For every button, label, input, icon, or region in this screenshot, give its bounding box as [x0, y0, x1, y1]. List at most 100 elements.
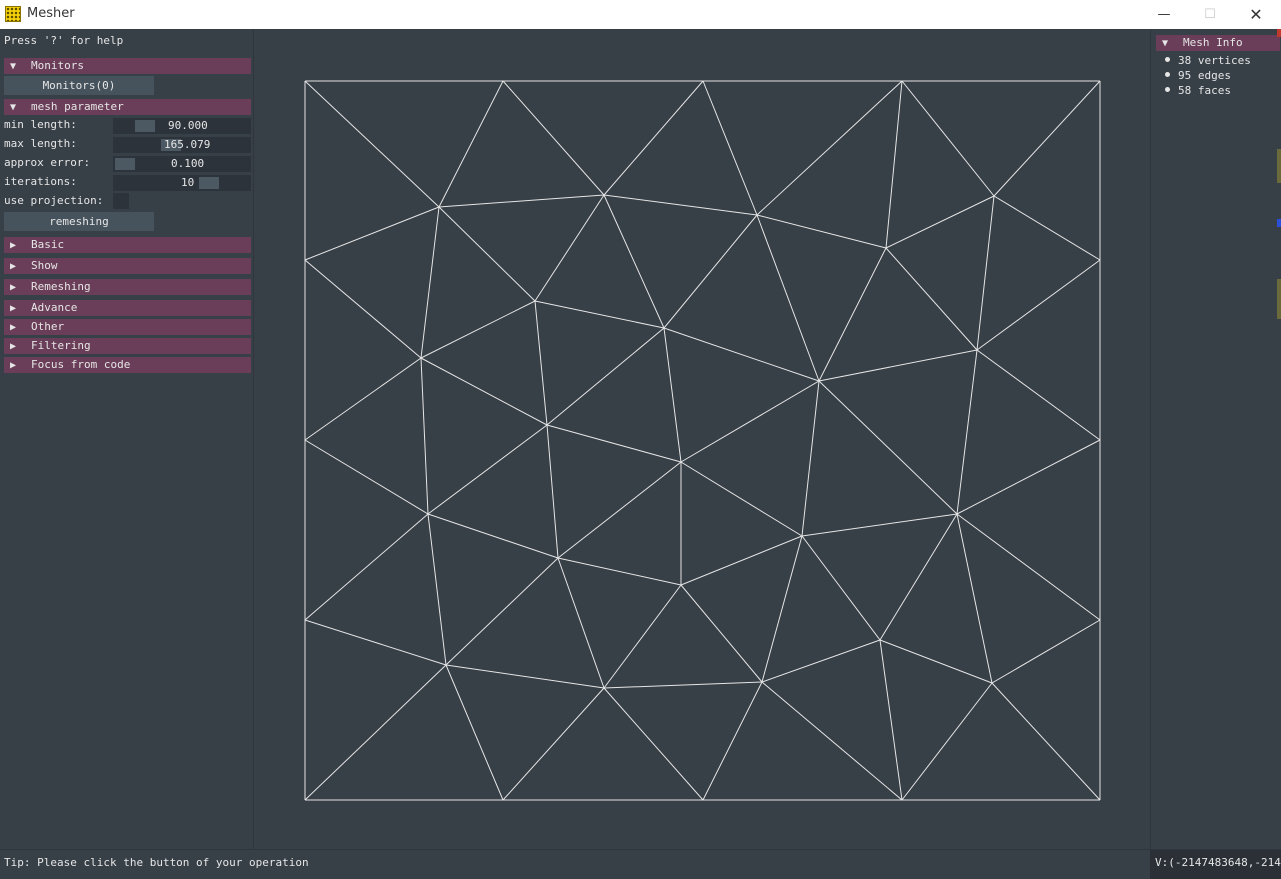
- mesh-edge: [603, 194, 665, 329]
- slider-grab[interactable]: [115, 158, 135, 170]
- mesh-edge: [801, 380, 820, 537]
- mesh-edge: [502, 687, 605, 801]
- chevron-right-icon: ▶: [10, 360, 17, 371]
- mesh-edge: [557, 557, 682, 586]
- bullet-icon: [1165, 86, 1170, 92]
- mesh-edge: [304, 439, 429, 515]
- approx-error-slider[interactable]: 0.100: [113, 156, 251, 172]
- mesh-edge: [879, 513, 958, 641]
- mesh-edge: [976, 195, 995, 351]
- mesh-edge: [534, 194, 605, 302]
- mesh-edge: [304, 357, 422, 441]
- max-length-slider[interactable]: 165.079: [113, 137, 251, 153]
- mesh-edge: [702, 80, 758, 216]
- mesh-edge: [991, 619, 1101, 684]
- mesh-viewport[interactable]: [255, 29, 1149, 849]
- mesh-edge: [885, 80, 903, 249]
- chevron-right-icon: ▶: [10, 240, 17, 251]
- mesh-edge: [663, 327, 820, 382]
- section-label: Remeshing: [31, 280, 91, 293]
- use-projection-label: use projection:: [4, 194, 104, 207]
- mesh-edge: [534, 300, 665, 329]
- chevron-right-icon: ▶: [10, 282, 17, 293]
- section-filtering[interactable]: ▶ Filtering: [4, 338, 251, 354]
- mesh-edge: [885, 247, 978, 351]
- section-show[interactable]: ▶ Show: [4, 258, 251, 274]
- mesh-edge: [438, 194, 605, 208]
- window-title: Mesher: [27, 6, 75, 21]
- mesh-edge: [420, 357, 429, 515]
- status-bar: Tip: Please click the button of your ope…: [0, 849, 1281, 879]
- mesh-wireframe[interactable]: [255, 29, 1149, 849]
- mesh-edge: [427, 513, 447, 666]
- mesh-edge: [557, 557, 605, 689]
- section-remeshing[interactable]: ▶ Remeshing: [4, 279, 251, 295]
- mesh-edge: [603, 80, 704, 196]
- mesh-edge: [445, 664, 504, 801]
- chevron-right-icon: ▶: [10, 341, 17, 352]
- monitors-header-label: Monitors: [31, 59, 84, 72]
- minimize-button[interactable]: —: [1141, 0, 1187, 29]
- mesh-edge: [557, 461, 682, 559]
- help-text: Press '?' for help: [4, 34, 124, 47]
- use-projection-checkbox[interactable]: [113, 193, 129, 209]
- vertices-count: 38 vertices: [1165, 54, 1251, 67]
- control-panel: Press '?' for help ▼ Monitors Monitors(0)…: [0, 29, 254, 849]
- mesh-edge: [879, 639, 903, 801]
- section-advance[interactable]: ▶ Advance: [4, 300, 251, 316]
- mesh-edge: [304, 513, 429, 621]
- mesh-edge: [420, 357, 548, 426]
- chevron-down-icon: ▼: [1162, 38, 1169, 49]
- section-focus-from-code[interactable]: ▶ Focus from code: [4, 357, 251, 373]
- iterations-value: 10: [181, 176, 195, 189]
- approx-error-value: 0.100: [171, 157, 205, 170]
- mesh-edge: [420, 300, 536, 359]
- monitors-header[interactable]: ▼ Monitors: [4, 58, 251, 74]
- mesh-edge: [991, 682, 1101, 801]
- mesh-edge: [680, 380, 820, 463]
- mesh-parameter-header[interactable]: ▼ mesh parameter: [4, 99, 251, 115]
- mesh-info-header[interactable]: ▼ Mesh Info: [1156, 35, 1280, 51]
- bullet-icon: [1165, 71, 1170, 77]
- background-window-edge: [1277, 29, 1281, 319]
- mesh-edge: [534, 300, 548, 426]
- mesh-edge: [879, 639, 993, 684]
- mesh-edge: [761, 681, 903, 801]
- mesh-edge: [304, 80, 440, 208]
- mesh-edge: [438, 80, 504, 208]
- slider-grab[interactable]: [135, 120, 155, 132]
- min-length-slider[interactable]: 90.000: [113, 118, 251, 134]
- mesh-edge: [603, 584, 682, 689]
- mesh-edge: [756, 214, 820, 382]
- mesh-info-panel: ▼ Mesh Info 38 vertices 95 edges 58 faces: [1150, 29, 1281, 849]
- slider-grab[interactable]: [199, 177, 219, 189]
- section-label: Other: [31, 320, 65, 333]
- chevron-right-icon: ▶: [10, 303, 17, 314]
- cursor-coordinates: V:(-2147483648,-2147483648): [1150, 850, 1281, 879]
- mesh-edge: [818, 349, 978, 382]
- chevron-right-icon: ▶: [10, 261, 17, 272]
- remeshing-button[interactable]: remeshing: [4, 212, 154, 231]
- iterations-slider[interactable]: 10: [113, 175, 251, 191]
- section-other[interactable]: ▶ Other: [4, 319, 251, 335]
- mesh-edge: [680, 584, 763, 683]
- mesh-edge: [818, 380, 958, 515]
- section-basic[interactable]: ▶ Basic: [4, 237, 251, 253]
- vertices-text: 38 vertices: [1178, 54, 1251, 67]
- maximize-icon: ☐: [1204, 7, 1216, 22]
- mesh-edge: [304, 259, 422, 359]
- app-icon: [5, 6, 21, 22]
- mesh-edge: [420, 206, 440, 359]
- monitors-button[interactable]: Monitors(0): [4, 76, 154, 95]
- mesh-edge: [304, 619, 447, 666]
- mesh-edge: [956, 439, 1101, 515]
- section-label: Filtering: [31, 339, 91, 352]
- mesh-edge: [885, 195, 995, 249]
- close-button[interactable]: ✕: [1233, 0, 1279, 29]
- mesh-edge: [680, 535, 803, 586]
- min-length-value: 90.000: [168, 119, 208, 132]
- maximize-button[interactable]: ☐: [1187, 0, 1233, 29]
- min-length-label: min length:: [4, 118, 77, 131]
- mesh-edge: [801, 535, 881, 641]
- mesh-edge: [663, 214, 758, 329]
